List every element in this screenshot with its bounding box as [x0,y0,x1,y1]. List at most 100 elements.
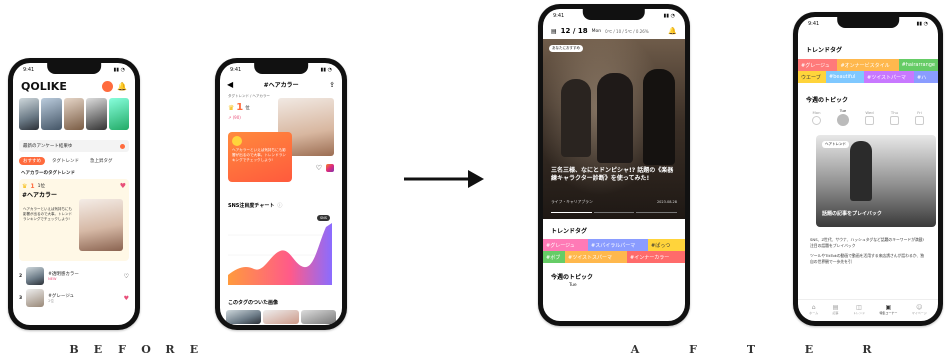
signal-icon: ▮▮ ◔ [113,67,125,73]
back-icon[interactable]: ◀ [227,80,233,89]
heart-icon[interactable]: ♥ [120,182,126,190]
caption-letter: O [141,343,151,356]
hero-article[interactable]: あなたにおすすめ 三名三様、なにとドンピシャ!? 話題の《楽器練キャラクター診断… [543,39,685,219]
calendar-icon: ▤ [551,27,557,35]
phone-screen: 9:41 ▮▮ ◔ ▤ 12 / 18 Mon 0℃ / 10 / 5℃ / 0.… [543,9,685,321]
day-label: Fri [917,109,922,115]
chart-header: SNS注目度チャート ⓘ [220,200,342,211]
topic-card[interactable]: ヘアトレンド 話題の記事をプレイバック [816,135,936,227]
image-thumb[interactable] [226,310,262,324]
story-thumb[interactable] [41,98,62,130]
story-thumb[interactable] [63,98,85,130]
tab-tag-trend[interactable]: タグトレンド [48,157,83,165]
tab-rising[interactable]: 急上昇タグ [86,157,117,165]
nav-feature[interactable]: ▣ 特集コーナー [879,304,897,315]
tag-row: #グレージュ #スパイラルパーマ #ぱっつ [543,239,685,251]
heart-icon[interactable]: ♥ [124,295,129,302]
trend-card[interactable]: ♛ 1 1位 ♥ #ヘアカラー ヘアカラーといえば気持ちにも影響が出るので大事。… [19,179,129,261]
nav-trend[interactable]: ◫ トレンド [853,304,865,315]
bell-icon[interactable]: 🔔 [668,27,677,35]
trend-tag[interactable]: #ツイストパーマ [864,71,914,83]
list-item[interactable]: 2 #透明感カラー NEW ♡ [13,261,135,287]
rank-number: 1 [30,182,35,190]
model-photo [79,199,123,251]
trend-tag[interactable]: #beautiful [826,71,864,83]
nav-mypage[interactable]: ☺ マイページ [912,304,927,315]
story-thumb[interactable] [19,98,40,130]
list-item[interactable]: 3 #グレージュ 2位 ♥ [13,287,135,309]
coin-icon[interactable] [102,81,114,92]
badge-icon [232,136,242,146]
trend-tag[interactable]: #ツイストスパーマ [565,251,627,263]
comparison-slide: 9:41 ▮▮ ◔ QOLIKE 🔔 最新のアンケート結果ゆ おすすめ タグトレ… [0,0,945,363]
day-item[interactable]: Tue [837,108,849,127]
indicator-dot [551,212,592,213]
bell-icon[interactable]: 🔔 [117,82,127,91]
nav-label: 特集コーナー [879,311,898,315]
crown-icon: ♛ [228,103,235,112]
nav-home[interactable]: ⌂ ホーム [809,304,818,315]
story-row [13,96,135,132]
notice-bar[interactable]: 最新のアンケート結果ゆ [19,140,129,152]
trend-tag[interactable]: #ボブ [543,251,565,263]
trend-tag[interactable]: #ぱっつ [648,239,685,251]
phone-notch [837,17,899,28]
nav-articles[interactable]: ▤ 記事 [833,304,839,315]
rank-row: ♛ 1 1位 ♥ [22,182,126,190]
caption-letter: A [630,343,640,356]
nav-label: ホーム [809,311,819,315]
day-item[interactable]: Fri [915,110,924,126]
tab-recommended[interactable]: おすすめ [19,157,45,165]
phone-after-home: 9:41 ▮▮ ◔ ▤ 12 / 18 Mon 0℃ / 10 / 5℃ / 0.… [538,4,690,326]
status-time: 9:41 [230,67,242,73]
person-silhouette [597,73,633,163]
bottom-nav: ⌂ ホーム ▤ 記事 ◫ トレンド ▣ 特集コーナー ☺ マイページ [798,299,938,315]
indicator-dot [636,212,678,213]
detail-header: ◀ #ヘアカラー ⇪ [220,77,342,92]
heart-icon[interactable]: ♡ [124,273,129,280]
transition-arrow [404,170,484,188]
status-time: 9:41 [23,67,35,73]
trend-tag[interactable]: #オンナービスタイル [837,59,899,71]
info-icon[interactable]: ⓘ [277,202,282,209]
trend-tag[interactable]: #グレージュ [543,239,588,251]
section-title: このタグのついた画像 [228,300,279,306]
story-thumb[interactable] [86,98,107,130]
caption-letter: R [862,343,872,356]
detail-title: #ヘアカラー [263,82,299,89]
day-label[interactable]: Tue [543,283,685,288]
nav-label: トレンド [852,311,865,315]
heart-icon[interactable]: ♡ [316,164,322,172]
detail-subtitle: タグトレンド / ヘアカラー [228,94,270,98]
image-row [220,310,342,324]
hero-date: 2023.08.28 [656,200,677,204]
day-item[interactable]: Wed [865,110,874,126]
trend-tag[interactable]: #ハ [914,71,938,83]
image-thumb[interactable] [263,310,299,324]
trend-tag[interactable]: #スパイラルパーマ [588,239,648,251]
share-icon[interactable]: ⇪ [329,81,335,89]
tag-row: #グレージュ #オンナービスタイル #hairarrange [798,59,938,71]
phone-notch [254,63,308,74]
trend-tag[interactable]: ウエーブ [798,71,826,83]
status-time: 9:41 [808,21,820,27]
trend-tag[interactable]: #hairarrange [898,59,938,71]
chart-badge: SNS [316,215,330,221]
story-thumb[interactable] [108,98,130,130]
day-selector: Mon Tue Wed Thu Fri [798,108,938,127]
nav-label: 記事 [832,311,839,315]
day-item[interactable]: Mon [812,110,821,126]
list-badge: 2位 [48,298,54,303]
day-label: Mon [812,109,821,115]
date-header: ▤ 12 / 18 Mon 0℃ / 10 / 5℃ / 0.26% 🔔 [543,23,685,39]
signal-icon: ▮▮ ◔ [663,13,675,19]
sns-chart: SNS [228,215,334,291]
trend-tag[interactable]: #インナーカラー [627,251,685,263]
list-rank: 3 [19,295,23,301]
instagram-icon[interactable] [326,164,334,172]
caption-letter: F [689,343,697,356]
day-item[interactable]: Thu [890,110,899,126]
date-text: 12 / 18 [560,27,588,35]
trend-tag[interactable]: #グレージュ [798,59,838,71]
image-thumb[interactable] [300,310,336,324]
